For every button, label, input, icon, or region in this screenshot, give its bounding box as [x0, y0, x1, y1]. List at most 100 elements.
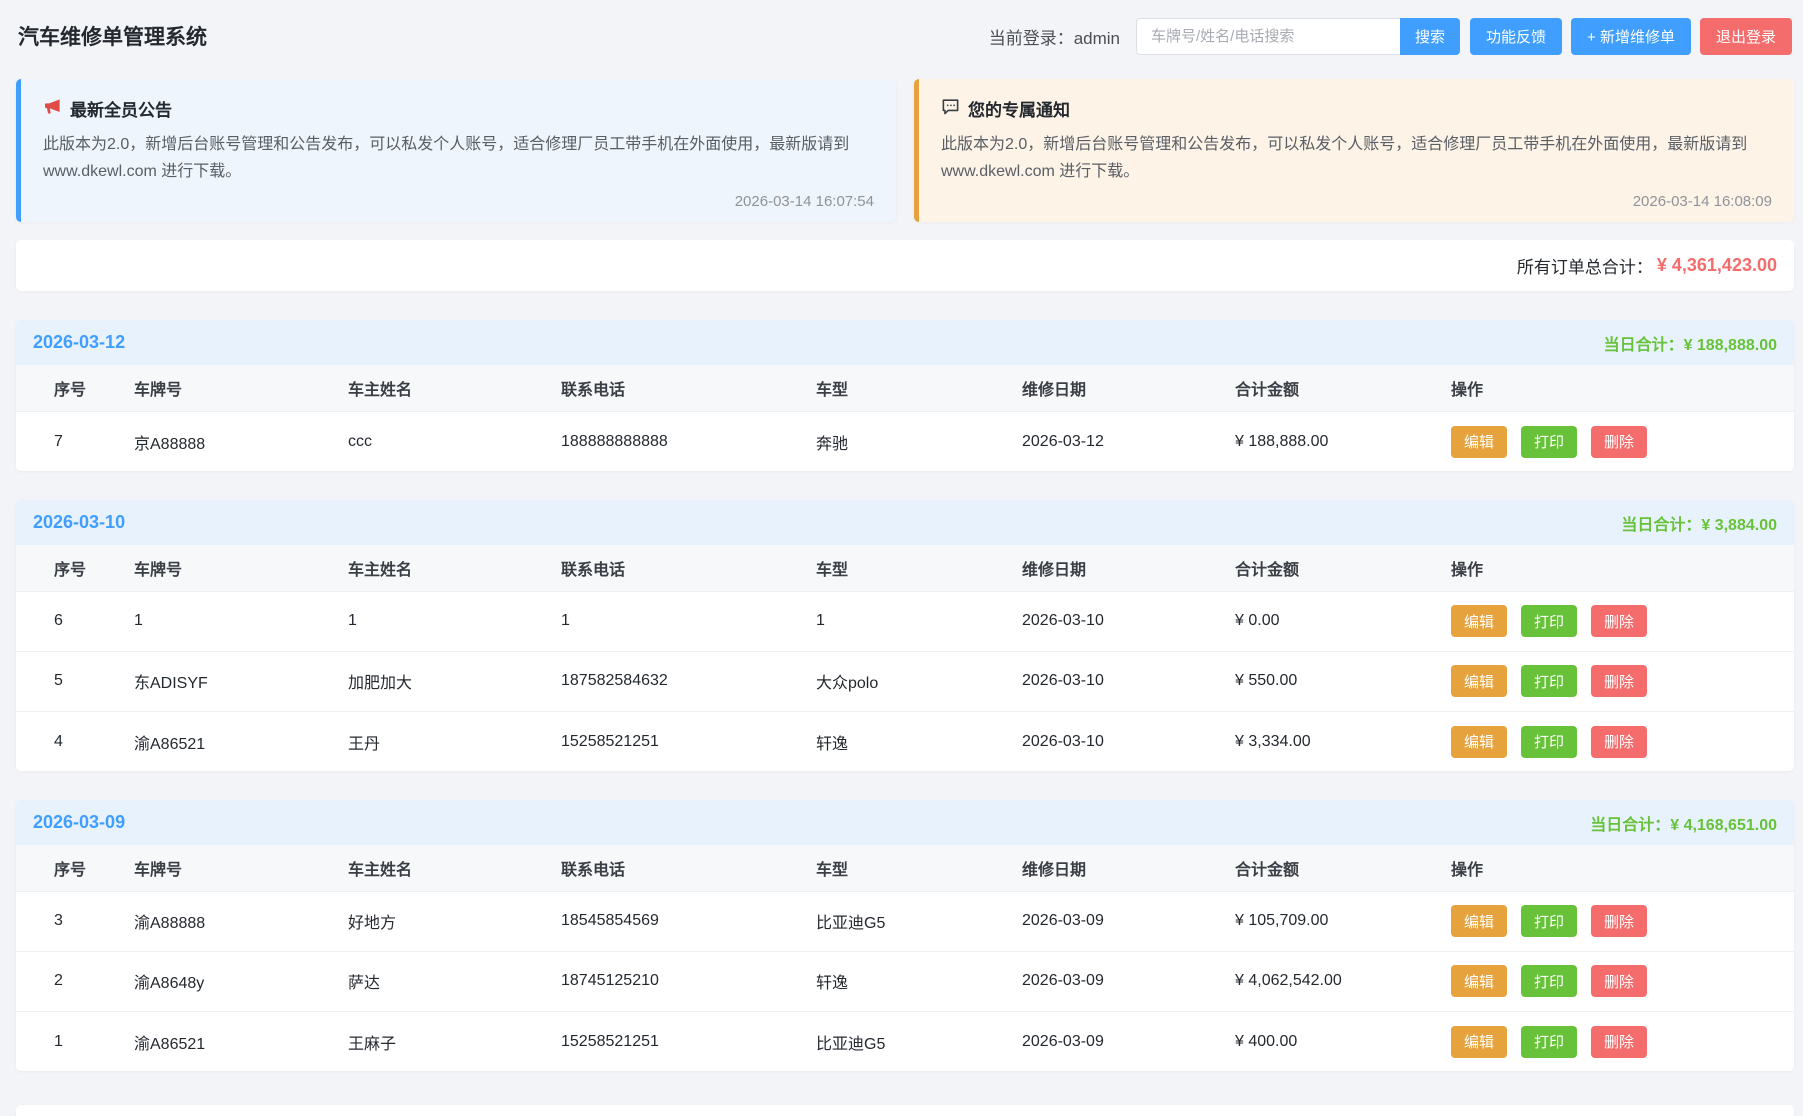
topbar: 汽车维修单管理系统 当前登录：admin 搜索 功能反馈 + 新增维修单 退出登… [16, 0, 1794, 72]
print-button[interactable]: 打印 [1521, 426, 1577, 458]
column-header: 联系电话 [561, 365, 816, 411]
table-header-row: 序号车牌号车主姓名联系电话车型维修日期合计金额操作 [16, 545, 1794, 591]
day-total: 当日合计：¥ 4,168,651.00 [1590, 811, 1777, 835]
table-row: 1渝A86521王麻子15258521251比亚迪G52026-03-09¥ 4… [16, 1011, 1794, 1071]
cell-amount: ¥ 3,334.00 [1235, 711, 1451, 771]
cell-repair-date: 2026-03-09 [1022, 1011, 1235, 1071]
cell-seq: 4 [16, 711, 134, 771]
cell-plate: 渝A8648y [134, 951, 348, 1011]
cell-phone: 15258521251 [561, 711, 816, 771]
column-header: 车主姓名 [348, 545, 561, 591]
cell-model: 奔驰 [816, 411, 1022, 471]
edit-button[interactable]: 编辑 [1451, 726, 1507, 758]
column-header: 车主姓名 [348, 845, 561, 891]
table-row: 4渝A86521王丹15258521251轩逸2026-03-10¥ 3,334… [16, 711, 1794, 771]
print-button[interactable]: 打印 [1521, 605, 1577, 637]
column-header: 合计金额 [1235, 845, 1451, 891]
add-repair-order-button[interactable]: + 新增维修单 [1571, 18, 1691, 55]
cell-seq: 3 [16, 891, 134, 951]
order-day-section: 2026-03-12 当日合计：¥ 188,888.00 序号车牌号车主姓名联系电话… [16, 320, 1794, 471]
cell-phone: 188888888888 [561, 411, 816, 471]
delete-button[interactable]: 删除 [1591, 905, 1647, 937]
row-actions: 编辑打印删除 [1451, 905, 1786, 937]
print-button[interactable]: 打印 [1521, 665, 1577, 697]
column-header: 车主姓名 [348, 365, 561, 411]
column-header: 维修日期 [1022, 365, 1235, 411]
column-header: 车型 [816, 365, 1022, 411]
cell-actions: 编辑打印删除 [1451, 591, 1794, 651]
cell-model: 轩逸 [816, 951, 1022, 1011]
grand-total-label: 所有订单总合计： [1517, 253, 1653, 278]
cell-owner: ccc [348, 411, 561, 471]
search-input[interactable] [1136, 18, 1400, 55]
current-login-text: 当前登录：admin [989, 24, 1120, 49]
orders-table: 序号车牌号车主姓名联系电话车型维修日期合计金额操作3渝A88888好地方1854… [16, 845, 1794, 1071]
cell-amount: ¥ 400.00 [1235, 1011, 1451, 1071]
cell-amount: ¥ 4,062,542.00 [1235, 951, 1451, 1011]
print-button[interactable]: 打印 [1521, 905, 1577, 937]
row-actions: 编辑打印删除 [1451, 965, 1786, 997]
footer-strip [16, 1105, 1794, 1116]
cell-model: 轩逸 [816, 711, 1022, 771]
column-header: 车牌号 [134, 845, 348, 891]
delete-button[interactable]: 删除 [1591, 1026, 1647, 1058]
day-total: 当日合计：¥ 3,884.00 [1621, 511, 1777, 535]
edit-button[interactable]: 编辑 [1451, 965, 1507, 997]
cell-amount: ¥ 105,709.00 [1235, 891, 1451, 951]
print-button[interactable]: 打印 [1521, 965, 1577, 997]
cell-phone: 1 [561, 591, 816, 651]
delete-button[interactable]: 删除 [1591, 965, 1647, 997]
orders-table: 序号车牌号车主姓名联系电话车型维修日期合计金额操作611112026-03-10… [16, 545, 1794, 771]
column-header: 维修日期 [1022, 845, 1235, 891]
edit-button[interactable]: 编辑 [1451, 1026, 1507, 1058]
cell-actions: 编辑打印删除 [1451, 411, 1794, 471]
cell-repair-date: 2026-03-09 [1022, 951, 1235, 1011]
grand-total-card: 所有订单总合计： ¥ 4,361,423.00 [16, 240, 1794, 291]
cell-phone: 15258521251 [561, 1011, 816, 1071]
column-header: 联系电话 [561, 845, 816, 891]
column-header: 合计金额 [1235, 365, 1451, 411]
orders-table: 序号车牌号车主姓名联系电话车型维修日期合计金额操作7京A88888ccc1888… [16, 365, 1794, 471]
column-header: 操作 [1451, 365, 1794, 411]
cell-model: 1 [816, 591, 1022, 651]
order-sections: 2026-03-12 当日合计：¥ 188,888.00 序号车牌号车主姓名联系电话… [16, 320, 1794, 1071]
edit-button[interactable]: 编辑 [1451, 905, 1507, 937]
edit-button[interactable]: 编辑 [1451, 665, 1507, 697]
column-header: 联系电话 [561, 545, 816, 591]
edit-button[interactable]: 编辑 [1451, 426, 1507, 458]
global-announcement-card: 最新全员公告 此版本为2.0，新增后台账号管理和公告发布，可以私发个人账号，适合… [16, 79, 896, 222]
table-row: 5东ADISYF加肥加大187582584632大众polo2026-03-10… [16, 651, 1794, 711]
megaphone-icon [43, 97, 62, 121]
logout-button[interactable]: 退出登录 [1700, 18, 1792, 55]
cell-owner: 王丹 [348, 711, 561, 771]
cell-repair-date: 2026-03-12 [1022, 411, 1235, 471]
edit-button[interactable]: 编辑 [1451, 605, 1507, 637]
day-header-bar: 2026-03-09 当日合计：¥ 4,168,651.00 [16, 800, 1794, 845]
cell-amount: ¥ 0.00 [1235, 591, 1451, 651]
delete-button[interactable]: 删除 [1591, 426, 1647, 458]
cell-repair-date: 2026-03-10 [1022, 651, 1235, 711]
delete-button[interactable]: 删除 [1591, 665, 1647, 697]
row-actions: 编辑打印删除 [1451, 605, 1786, 637]
column-header: 维修日期 [1022, 545, 1235, 591]
day-header-bar: 2026-03-10当日合计：¥ 3,884.00 [16, 500, 1794, 545]
grand-total-amount: ¥ 4,361,423.00 [1657, 255, 1777, 276]
personal-notice-card: 您的专属通知 此版本为2.0，新增后台账号管理和公告发布，可以私发个人账号，适合… [914, 79, 1794, 222]
cell-model: 大众polo [816, 651, 1022, 711]
print-button[interactable]: 打印 [1521, 1026, 1577, 1058]
cell-repair-date: 2026-03-09 [1022, 891, 1235, 951]
day-total: 当日合计：¥ 188,888.00 [1604, 331, 1777, 355]
delete-button[interactable]: 删除 [1591, 605, 1647, 637]
delete-button[interactable]: 删除 [1591, 726, 1647, 758]
table-header-row: 序号车牌号车主姓名联系电话车型维修日期合计金额操作 [16, 365, 1794, 411]
print-button[interactable]: 打印 [1521, 726, 1577, 758]
day-date: 2026-03-09 [33, 812, 125, 833]
column-header: 合计金额 [1235, 545, 1451, 591]
cell-seq: 1 [16, 1011, 134, 1071]
column-header: 车型 [816, 845, 1022, 891]
search-button[interactable]: 搜索 [1400, 18, 1460, 55]
announcement-title: 最新全员公告 [70, 96, 172, 121]
feedback-button[interactable]: 功能反馈 [1470, 18, 1562, 55]
cell-model: 比亚迪G5 [816, 1011, 1022, 1071]
cell-actions: 编辑打印删除 [1451, 651, 1794, 711]
